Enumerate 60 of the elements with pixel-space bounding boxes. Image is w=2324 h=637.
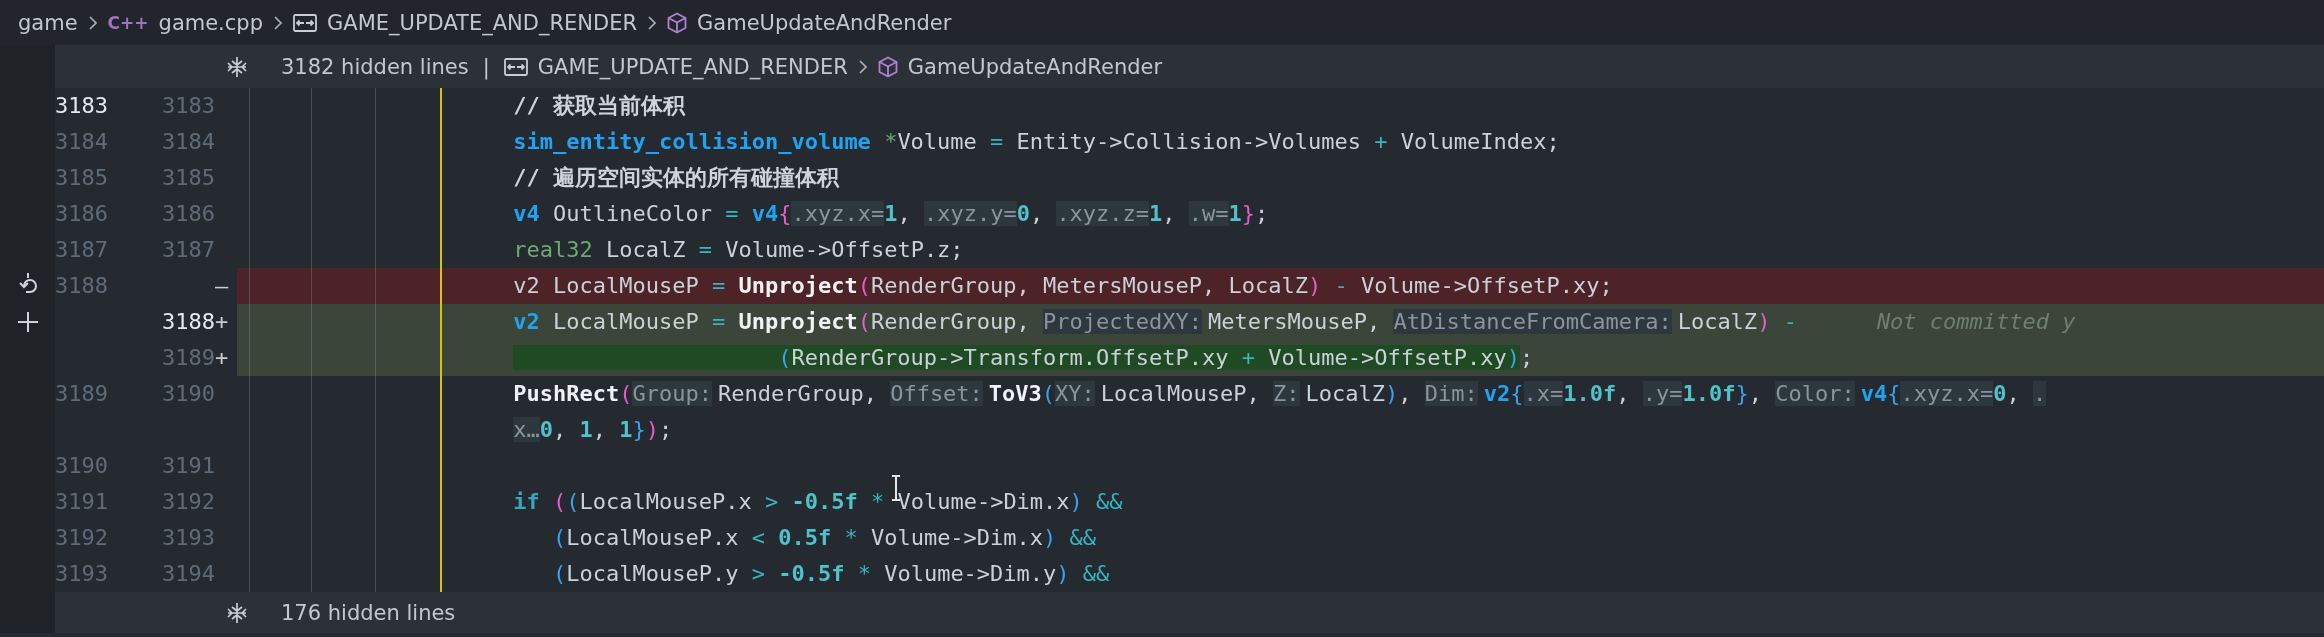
cube-icon — [667, 11, 688, 34]
line-number: 3183 — [55, 93, 108, 118]
code-line: x…0, 1, 1}); — [513, 417, 673, 442]
breadcrumb-item[interactable]: GAME_UPDATE_AND_RENDER — [537, 54, 848, 79]
box-arrows-icon — [293, 13, 317, 32]
plus-icon[interactable] — [15, 310, 40, 334]
line-number: 3193 — [162, 524, 215, 552]
code-line: // 遍历空间实体的所有碰撞体积 — [513, 165, 839, 190]
diff-marker: + — [215, 345, 229, 370]
code-line: sim_entity_collision_volume *Volume = Entity->Collision->Volumes + VolumeIndex; — [513, 129, 1560, 154]
line-number: 3187 — [55, 237, 108, 262]
line-number: 3193 — [55, 561, 108, 586]
line-number: 3189 — [55, 381, 108, 406]
line-number: 3190 — [162, 380, 215, 408]
code-line: PushRect(Group: RenderGroup, Offset: ToV3(XY: LocalMouseP, Z: LocalZ), Dim: v2{.x=1.0f, .y=1.0f}, Color: v4{.xyz.x=0, . — [513, 381, 2047, 406]
line-number: 3184 — [55, 129, 108, 154]
chevron-icon — [273, 14, 283, 31]
hidden-lines-label[interactable]: 176 hidden lines — [281, 600, 456, 625]
line-number: 3191 — [162, 452, 215, 480]
expand-arrows-icon[interactable] — [225, 600, 249, 625]
code-line: v2 LocalMouseP = Unproject(RenderGroup, MetersMouseP, LocalZ) - Volume->OffsetP.xy; — [513, 273, 1613, 298]
breadcrumb-item[interactable]: GameUpdateAndRender — [907, 54, 1163, 79]
diff-marker: — — [215, 273, 229, 298]
breadcrumb-item[interactable]: GAME_UPDATE_AND_RENDER — [327, 10, 638, 35]
line-number: 3187 — [162, 236, 215, 264]
line-number: 3183 — [162, 92, 215, 120]
breadcrumb-item[interactable]: game — [18, 10, 78, 35]
code-line: (LocalMouseP.y > -0.5f * Volume->Dim.y) && — [552, 561, 1110, 586]
line-number: 3194 — [162, 560, 215, 588]
code-line: (LocalMouseP.x < 0.5f * Volume->Dim.x) && — [552, 525, 1097, 550]
line-number: 3185 — [162, 164, 215, 192]
chevron-icon — [87, 14, 98, 31]
code-line: v4 OutlineColor = v4{.xyz.x=1, .xyz.y=0, .xyz.z=1, .w=1}; — [513, 201, 1269, 226]
line-number: 3191 — [55, 489, 108, 514]
breadcrumb-item[interactable]: game.cpp — [158, 10, 263, 35]
hidden-lines-label[interactable]: 3182 hidden lines — [281, 54, 469, 79]
breadcrumb-item[interactable]: GameUpdateAndRender — [697, 10, 952, 35]
line-number: 3184 — [162, 128, 215, 156]
chevron-icon — [857, 58, 868, 75]
line-number: 3185 — [55, 165, 108, 190]
cpp-file-icon: C++ — [107, 12, 149, 33]
line-number: 3186 — [162, 200, 215, 228]
line-number: 3188 — [162, 308, 215, 336]
expand-arrows-icon[interactable] — [225, 54, 249, 79]
line-number: 3192 — [162, 488, 215, 516]
code-line: if ((LocalMouseP.x > -0.5f * Volume->Dim.x) && — [513, 489, 1123, 514]
separator: | — [481, 54, 491, 79]
line-number: 3190 — [55, 453, 108, 478]
chevron-icon — [647, 14, 658, 31]
code-line: (RenderGroup->Transform.OffsetP.xy + Volume->OffsetP.xy); — [513, 345, 1534, 370]
code-line: // 获取当前体积 — [513, 93, 685, 118]
code-line: v2 LocalMouseP = Unproject(RenderGroup, ProjectedXY: MetersMouseP, AtDistanceFromCamera: LocalZ) - Not committed y — [513, 309, 2076, 334]
cube-icon — [877, 55, 898, 78]
code-line: real32 LocalZ = Volume->OffsetP.z; — [513, 237, 964, 262]
box-arrows-icon — [503, 57, 528, 76]
line-number: 3192 — [55, 525, 108, 550]
line-number: 3188 — [55, 273, 108, 298]
line-number: 3189 — [162, 344, 215, 372]
diff-marker: + — [215, 309, 229, 334]
line-number: 3186 — [55, 201, 108, 226]
